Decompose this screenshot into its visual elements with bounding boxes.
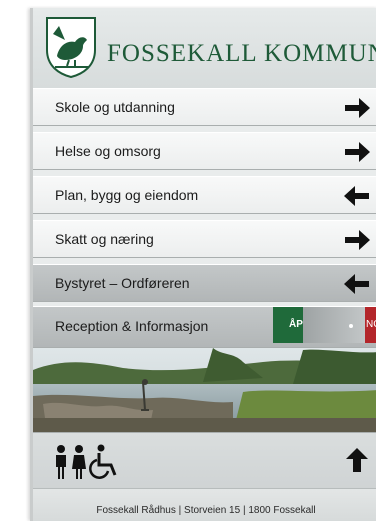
arrow-right-icon: [345, 230, 370, 250]
row-label: Skatt og næring: [55, 231, 154, 247]
row-label: Helse og omsorg: [55, 143, 161, 159]
arrow-right-icon: [345, 98, 370, 118]
lake-shore-photo: [33, 348, 376, 432]
arrow-up-icon: [346, 448, 368, 472]
restroom-icons: [56, 444, 117, 479]
sign-row-bystyret: Bystyret – Ordføreren: [33, 264, 376, 302]
sign-row-plan-bygg: Plan, bygg og eiendom: [33, 176, 376, 214]
status-closed: NG: [365, 307, 376, 343]
status-open: ÅP: [273, 307, 303, 343]
bird-crest-icon: [46, 17, 96, 78]
sign-footer: Fossekall Rådhus | Storveien 15 | 1800 F…: [33, 488, 376, 521]
row-label: Reception & Informasjon: [55, 318, 209, 334]
facilities-row: [33, 432, 376, 489]
men-icon: [56, 445, 66, 479]
row-label: Bystyret – Ordføreren: [55, 275, 190, 291]
sign-header: FOSSEKALL KOMMUNE: [33, 8, 376, 89]
directory-sign: FOSSEKALL KOMMUNE Skole og utdanning Hel…: [30, 8, 376, 521]
row-label: Plan, bygg og eiendom: [55, 187, 199, 203]
open-closed-indicator: ÅP NG: [273, 307, 376, 345]
wheelchair-icon: [89, 444, 117, 479]
sign-row-skole: Skole og utdanning: [33, 88, 376, 126]
status-slider: [303, 307, 365, 343]
municipality-title: FOSSEKALL KOMMUNE: [107, 40, 376, 67]
women-icon: [72, 445, 86, 479]
sign-row-skatt: Skatt og næring: [33, 220, 376, 258]
sign-row-reception: Reception & Informasjon ÅP NG: [33, 306, 376, 348]
status-dot: [349, 324, 353, 328]
arrow-left-icon: [344, 186, 369, 206]
sign-row-helse: Helse og omsorg: [33, 132, 376, 170]
address-text: Fossekall Rådhus | Storveien 15 | 1800 F…: [96, 505, 316, 516]
arrow-right-icon: [345, 142, 370, 162]
row-label: Skole og utdanning: [55, 99, 175, 115]
arrow-left-icon: [344, 274, 369, 294]
